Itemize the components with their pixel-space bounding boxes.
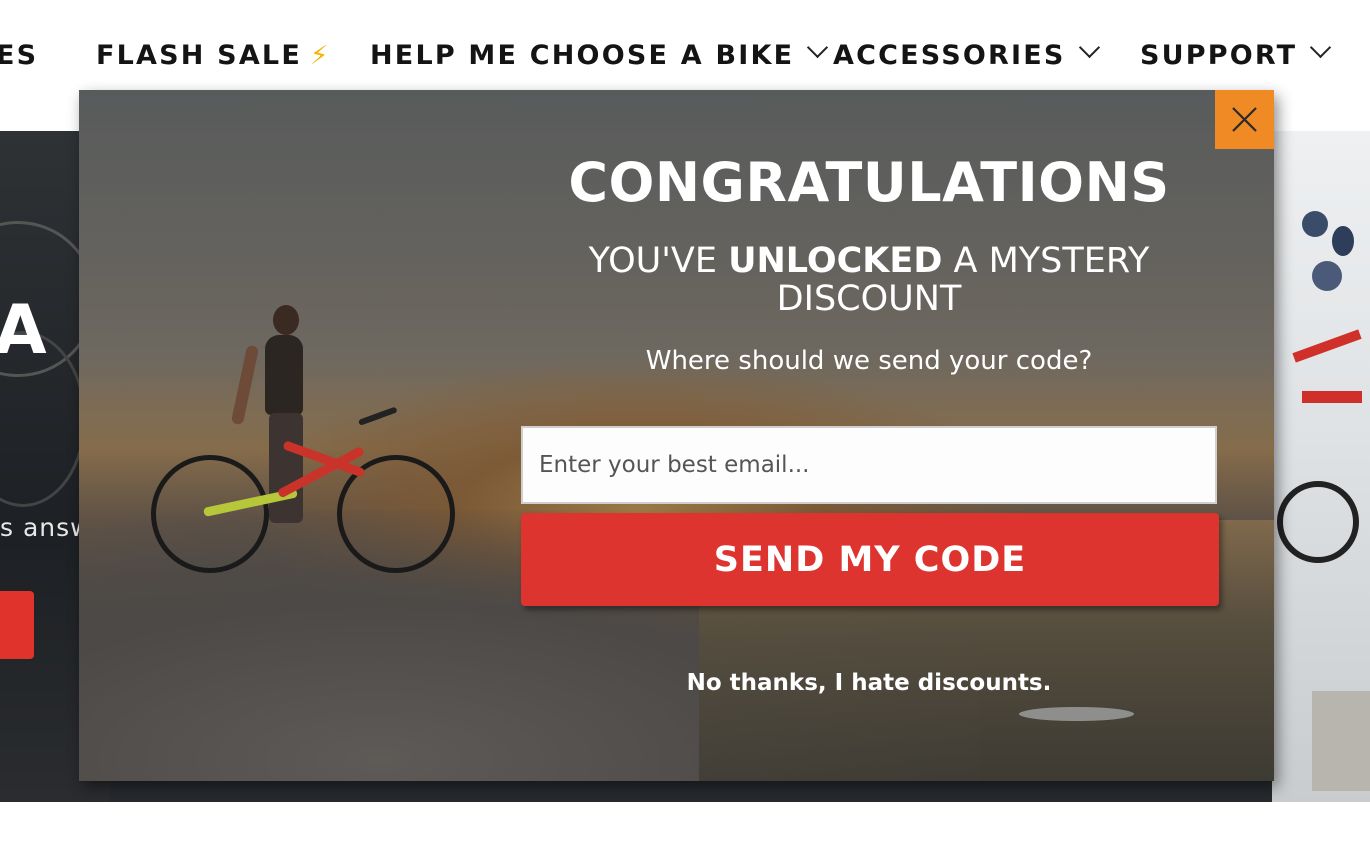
tool-graphic xyxy=(1332,226,1354,256)
nav-item-flash-sale[interactable]: FLASH SALE ⚡ xyxy=(96,36,330,76)
bike-wheel-graphic xyxy=(1277,481,1359,563)
popup-subtitle: YOU'VE UNLOCKED A MYSTERY DISCOUNT xyxy=(519,242,1219,318)
email-field[interactable] xyxy=(521,426,1217,504)
subtitle-prefix: YOU'VE xyxy=(588,241,729,281)
chevron-down-icon xyxy=(1078,36,1100,59)
send-code-button[interactable]: SEND MY CODE xyxy=(521,513,1219,606)
bike-frame-graphic xyxy=(1302,391,1362,403)
rider-head xyxy=(273,305,299,335)
lightning-bolt-icon: ⚡ xyxy=(309,41,331,71)
nav-item-label: ES xyxy=(0,40,39,71)
nav-item-support[interactable]: SUPPORT xyxy=(1140,36,1332,76)
tool-graphic xyxy=(1312,261,1342,291)
chevron-down-icon xyxy=(807,36,829,59)
bike-handlebar xyxy=(357,406,398,426)
nav-item-help-me-choose[interactable]: HELP ME CHOOSE A BIKE xyxy=(370,36,829,76)
tool-graphic xyxy=(1302,211,1328,237)
subtitle-emphasis: UNLOCKED xyxy=(728,241,943,281)
nav-item-label: SUPPORT xyxy=(1140,40,1298,71)
hero-subtitle: s answ xyxy=(0,513,92,542)
popup-content: CONGRATULATIONS YOU'VE UNLOCKED A MYSTER… xyxy=(519,90,1219,781)
rider-legs xyxy=(269,413,303,523)
close-icon xyxy=(1232,107,1257,132)
nav-item-accessories[interactable]: ACCESSORIES xyxy=(833,36,1100,76)
decline-link[interactable]: No thanks, I hate discounts. xyxy=(519,668,1219,698)
discount-popup: CONGRATULATIONS YOU'VE UNLOCKED A MYSTER… xyxy=(79,90,1274,781)
rider-arm xyxy=(230,344,260,426)
close-button[interactable] xyxy=(1215,90,1274,149)
hero-cta-button[interactable] xyxy=(0,591,34,659)
nav-item-label: FLASH SALE xyxy=(96,40,302,71)
popup-prompt: Where should we send your code? xyxy=(645,346,1093,376)
popup-title: CONGRATULATIONS xyxy=(568,151,1170,214)
nav-item-partial[interactable]: ES xyxy=(0,36,38,76)
bike-frame-graphic xyxy=(1292,329,1362,363)
floor-graphic xyxy=(1312,691,1370,791)
rider-torso xyxy=(265,335,303,415)
chevron-down-icon xyxy=(1310,36,1332,59)
nav-item-label: HELP ME CHOOSE A BIKE xyxy=(370,40,795,71)
nav-item-label: ACCESSORIES xyxy=(833,40,1066,71)
hero-garage-image xyxy=(1272,131,1370,802)
